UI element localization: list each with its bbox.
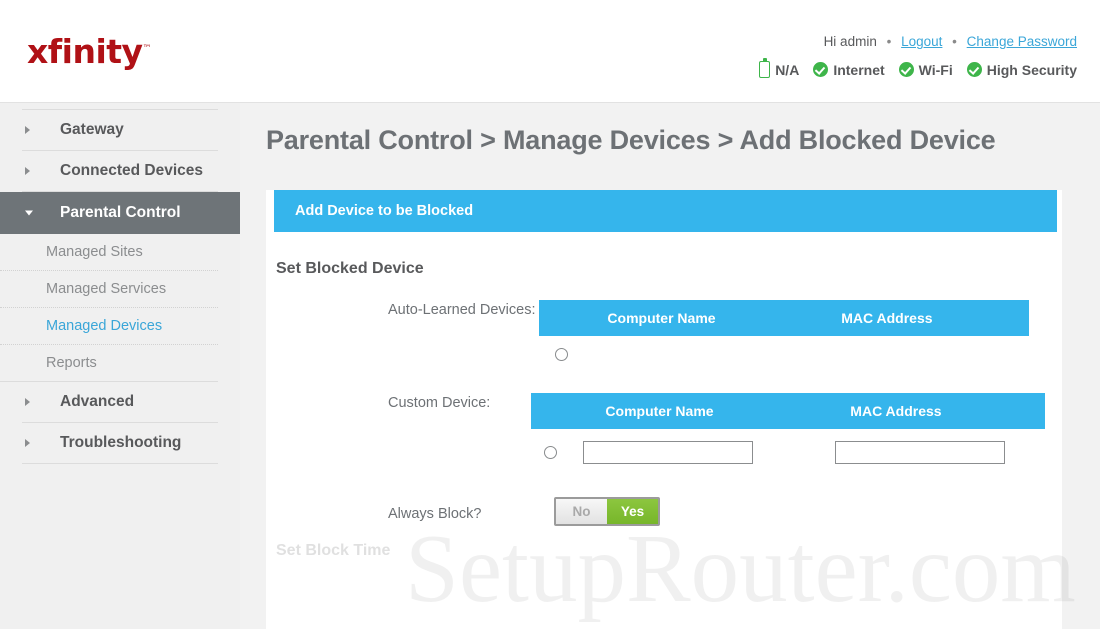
auto-column-header-mac-address: MAC Address — [841, 310, 933, 326]
check-circle-icon-security — [966, 62, 982, 77]
table-row[interactable] — [539, 336, 1029, 371]
chevron-right-icon-gateway — [25, 126, 30, 134]
link-separator-2: • — [952, 34, 957, 49]
sidebar-navigation: Gateway Connected Devices Parental Contr… — [0, 103, 240, 629]
logo-trademark: ™ — [142, 44, 152, 54]
check-circle-icon-wifi — [898, 62, 914, 77]
sidebar-label-managed-services: Managed Services — [46, 281, 167, 297]
custom-device-label: Custom Device: — [388, 395, 491, 411]
auto-column-header-computer-name: Computer Name — [607, 310, 716, 326]
auto-device-radio[interactable] — [555, 348, 568, 361]
custom-device-radio[interactable] — [544, 446, 557, 459]
sidebar-item-managed-sites[interactable]: Managed Sites — [0, 234, 218, 271]
custom-device-block: Custom Device: Computer Name MAC Address — [266, 371, 1062, 474]
xfinity-logo: xfinity™ — [27, 32, 152, 71]
always-block-label: Always Block? — [388, 506, 482, 522]
sidebar-label-gateway: Gateway — [60, 121, 124, 138]
table-row[interactable] — [531, 429, 1045, 474]
auto-learned-table-header: Computer Name MAC Address — [539, 300, 1029, 336]
link-separator-1: • — [886, 34, 892, 49]
top-header-bar: xfinity™ Hi admin • Logout • Change Pass… — [0, 0, 1100, 103]
logout-link[interactable]: Logout — [901, 34, 942, 49]
sidebar-label-reports: Reports — [46, 355, 97, 371]
status-item-battery: N/A — [759, 58, 800, 78]
add-blocked-device-panel: Add Device to be Blocked Set Blocked Dev… — [266, 190, 1062, 629]
custom-table-header: Computer Name MAC Address — [531, 393, 1045, 429]
sidebar-label-connected-devices: Connected Devices — [60, 162, 203, 179]
status-item-wifi: Wi-Fi — [898, 61, 953, 78]
page-title: Parental Control > Manage Devices > Add … — [266, 125, 996, 155]
always-block-row: Always Block? No Yes — [266, 474, 1062, 532]
sidebar-item-managed-devices[interactable]: Managed Devices — [0, 308, 218, 345]
status-item-security: High Security — [966, 61, 1077, 78]
chevron-right-icon-connected-devices — [25, 167, 30, 175]
check-circle-icon-internet — [813, 62, 829, 77]
auto-learned-devices-block: Auto-Learned Devices: Computer Name MAC … — [266, 278, 1062, 371]
auto-learned-devices-label: Auto-Learned Devices: — [388, 302, 536, 318]
auto-learned-devices-table: Computer Name MAC Address — [539, 300, 1029, 371]
section-title-set-blocked-device: Set Blocked Device — [276, 260, 424, 277]
sidebar-item-connected-devices[interactable]: Connected Devices — [22, 151, 218, 192]
status-label-internet: Internet — [833, 61, 885, 78]
panel-header-title: Add Device to be Blocked — [274, 190, 1057, 232]
sidebar-item-troubleshooting[interactable]: Troubleshooting — [22, 423, 218, 464]
status-label-wifi: Wi-Fi — [918, 61, 953, 78]
logo-wordmark: xfinity — [27, 32, 143, 71]
change-password-link[interactable]: Change Password — [967, 34, 1077, 49]
custom-device-table: Computer Name MAC Address — [531, 393, 1045, 474]
sidebar-item-managed-services[interactable]: Managed Services — [0, 271, 218, 308]
computer-name-input[interactable] — [583, 441, 753, 464]
chevron-right-icon-advanced — [25, 398, 30, 406]
status-label-security: High Security — [986, 61, 1077, 78]
sidebar-item-parental-control[interactable]: Parental Control — [0, 192, 240, 234]
custom-column-header-computer-name: Computer Name — [605, 403, 714, 419]
mac-address-input[interactable] — [835, 441, 1005, 464]
battery-icon — [759, 58, 771, 78]
always-block-toggle[interactable]: No Yes — [554, 497, 660, 526]
sidebar-label-managed-sites: Managed Sites — [46, 244, 143, 260]
page-layout: Gateway Connected Devices Parental Contr… — [0, 103, 1100, 629]
status-label-battery: N/A — [775, 61, 800, 78]
greeting-text: Hi admin — [823, 34, 877, 49]
sidebar-item-advanced[interactable]: Advanced — [22, 382, 218, 423]
account-links-row: Hi admin • Logout • Change Password — [824, 34, 1077, 49]
always-block-toggle-no[interactable]: No — [556, 499, 607, 524]
sidebar-item-reports[interactable]: Reports — [0, 345, 218, 382]
chevron-right-icon-troubleshooting — [25, 439, 30, 447]
sidebar-label-managed-devices: Managed Devices — [46, 318, 163, 334]
sidebar-label-advanced: Advanced — [60, 393, 135, 410]
always-block-toggle-yes[interactable]: Yes — [607, 499, 658, 524]
sidebar-item-gateway[interactable]: Gateway — [22, 109, 218, 151]
custom-column-header-mac-address: MAC Address — [850, 403, 942, 419]
sidebar-label-troubleshooting: Troubleshooting — [60, 434, 182, 451]
section-title-set-block-time: Set Block Time — [276, 542, 391, 559]
status-indicator-row: N/A Internet Wi-Fi High Security — [759, 58, 1077, 78]
status-item-internet: Internet — [813, 61, 885, 78]
main-content: Parental Control > Manage Devices > Add … — [240, 103, 1100, 629]
chevron-down-icon-parental-control — [25, 210, 33, 216]
sidebar-label-parental-control: Parental Control — [60, 204, 181, 221]
